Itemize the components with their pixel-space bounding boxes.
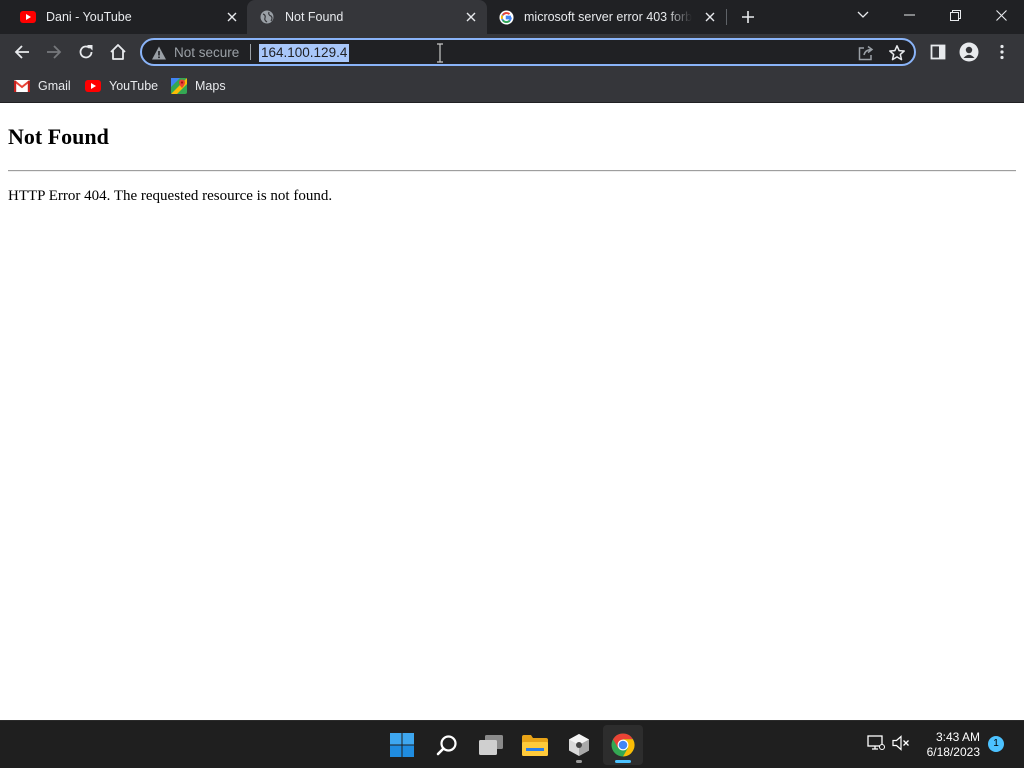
bookmark-youtube[interactable]: YouTube <box>85 76 158 96</box>
bookmark-star-icon[interactable] <box>888 44 906 62</box>
side-panel-icon[interactable] <box>927 41 949 63</box>
tab-title: Not Found <box>285 10 344 24</box>
app-icon[interactable] <box>559 725 599 765</box>
notification-badge[interactable]: 1 <box>988 736 1004 752</box>
profile-avatar-icon[interactable] <box>958 41 980 63</box>
new-tab-icon[interactable] <box>739 8 757 26</box>
maps-icon <box>171 78 187 94</box>
start-icon[interactable] <box>382 725 422 765</box>
bookmark-maps[interactable]: Maps <box>171 76 226 96</box>
restore-icon[interactable] <box>932 0 978 30</box>
google-icon <box>498 9 514 25</box>
close-tab-icon[interactable] <box>463 9 479 25</box>
close-tab-icon[interactable] <box>702 9 718 25</box>
tab-search-chevron-down-icon[interactable] <box>840 0 886 30</box>
minimize-icon[interactable] <box>886 0 932 30</box>
tab-title: Dani - YouTube <box>46 10 132 24</box>
reload-icon[interactable] <box>75 41 97 63</box>
bookmark-label: YouTube <box>109 79 159 93</box>
tab-google-search[interactable]: microsoft server error 403 forbidden <box>486 0 726 34</box>
gmail-icon <box>14 78 30 94</box>
task-view-icon[interactable] <box>471 725 511 765</box>
active-indicator <box>615 760 631 763</box>
system-clock[interactable]: 3:43 AM 6/18/2023 <box>908 730 980 760</box>
horizontal-rule <box>8 170 1016 172</box>
tab-strip: Dani - YouTube Not Found microsoft serve… <box>0 0 1024 34</box>
text-cursor-icon <box>436 43 444 63</box>
running-indicator <box>576 760 582 763</box>
bookmark-gmail[interactable]: Gmail <box>14 76 71 96</box>
tab-not-found[interactable]: Not Found <box>247 0 487 34</box>
browser-toolbar: Not secure 164.100.129.4 <box>0 34 1024 70</box>
tab-separator <box>726 9 727 25</box>
clock-date: 6/18/2023 <box>926 745 980 759</box>
bookmark-label: Gmail <box>38 79 71 93</box>
close-window-icon[interactable] <box>978 0 1024 30</box>
bookmarks-bar: Gmail YouTube Maps <box>0 70 1024 103</box>
address-divider <box>250 44 251 60</box>
network-icon[interactable] <box>866 733 886 753</box>
search-icon[interactable] <box>427 725 467 765</box>
web-page-content: Not Found HTTP Error 404. The requested … <box>0 103 1024 720</box>
url-text-selected[interactable]: 164.100.129.4 <box>259 44 350 62</box>
bookmark-label: Maps <box>195 79 226 93</box>
error-message: HTTP Error 404. The requested resource i… <box>8 188 333 204</box>
page-heading: Not Found <box>8 124 109 149</box>
address-bar[interactable]: Not secure 164.100.129.4 <box>140 38 916 66</box>
tab-youtube[interactable]: Dani - YouTube <box>8 0 248 34</box>
warning-triangle-icon[interactable] <box>151 45 167 61</box>
close-tab-icon[interactable] <box>224 9 240 25</box>
forward-arrow-icon[interactable] <box>43 41 65 63</box>
menu-kebab-icon[interactable] <box>991 41 1013 63</box>
youtube-icon <box>20 9 36 25</box>
clock-time: 3:43 AM <box>935 730 980 744</box>
back-arrow-icon[interactable] <box>11 41 33 63</box>
youtube-icon <box>85 78 101 94</box>
globe-icon <box>259 9 275 25</box>
share-icon[interactable] <box>857 44 875 62</box>
windows-taskbar: 3:43 AM 6/18/2023 <box>0 720 1024 768</box>
security-status-label[interactable]: Not secure <box>174 45 239 61</box>
file-explorer-icon[interactable] <box>515 725 555 765</box>
home-icon[interactable] <box>107 41 129 63</box>
chrome-icon[interactable] <box>603 725 643 765</box>
tab-title: microsoft server error 403 forbidden <box>524 10 692 24</box>
